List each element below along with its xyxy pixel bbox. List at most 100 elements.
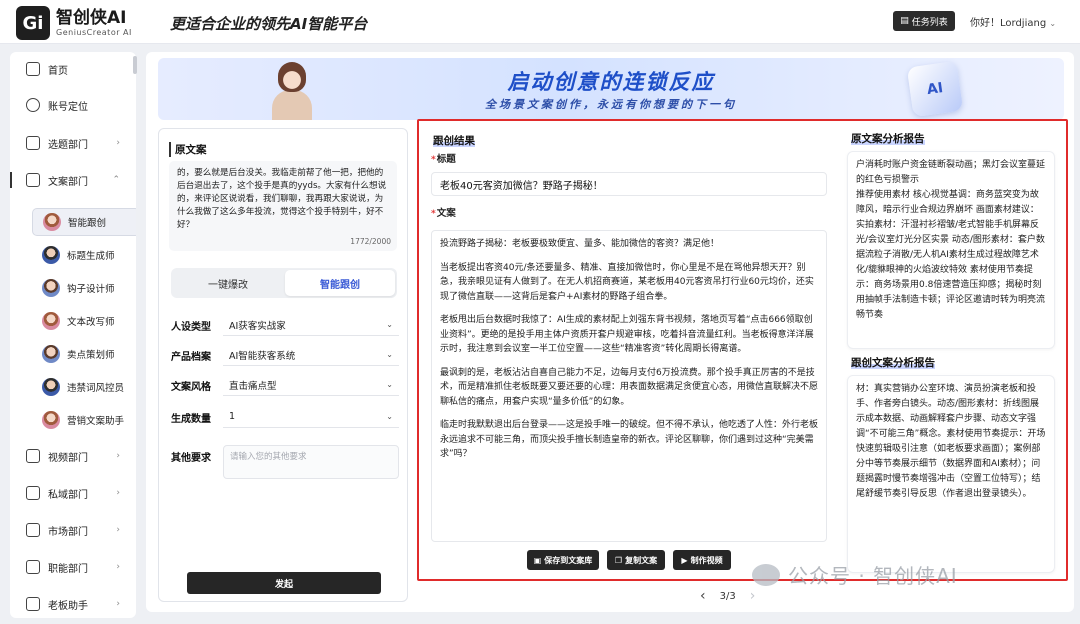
next-page-button[interactable]: ›	[750, 588, 756, 604]
top-header: Gi 智创侠AI GeniusCreator AI 更适合企业的领先AI智能平台…	[0, 0, 1080, 44]
generate-button[interactable]: 发起	[187, 572, 381, 594]
copy-text-button[interactable]: ❐ 复制文案	[607, 550, 665, 570]
save-icon: ▣	[533, 555, 542, 565]
chevron-up-icon: ⌃	[112, 175, 120, 185]
char-count: 1772/2000	[350, 237, 391, 246]
chevron-right-icon: ›	[116, 599, 120, 609]
generate-count-select[interactable]: 1 ⌄	[223, 406, 399, 428]
header-slogan: 更适合企业的领先AI智能平台	[170, 15, 368, 33]
original-copy-title: 原文案	[169, 142, 207, 157]
sidebar: 首页 账号定位 选题部门 › 文案部门 ⌃ 智能跟创 标题生成师 钩子设计师 文…	[10, 52, 136, 618]
chevron-right-icon: ›	[116, 488, 120, 498]
sidebar-item-market-dept[interactable]: 市场部门 ›	[10, 518, 136, 542]
ai-cube-icon: AI	[906, 60, 964, 118]
chevron-right-icon: ›	[116, 451, 120, 461]
avatar	[42, 378, 60, 396]
product-profile-select[interactable]: AI智能获客系统 ⌄	[223, 344, 399, 366]
copy-paragraph: 投流野路子揭秘：老板要极致便宜、量多、能加微信的客资？满足他！	[440, 239, 720, 249]
sidebar-item-boss-assistant[interactable]: 老板助手 ›	[10, 592, 136, 616]
product-profile-row: 产品档案 AI智能获客系统 ⌄	[171, 343, 399, 367]
sidebar-item-video-dept[interactable]: 视频部门 ›	[10, 444, 136, 468]
boss-icon	[26, 597, 40, 611]
sidebar-sub-smart-follow[interactable]: 智能跟创	[32, 208, 136, 236]
make-video-button[interactable]: ▶ 制作视频	[673, 550, 731, 570]
chevron-down-icon: ⌄	[386, 320, 393, 329]
generated-title-field[interactable]: 老板40元客资加微信？野路子揭秘！	[431, 172, 827, 196]
video-icon	[26, 449, 40, 463]
brand-name: 智创侠AI	[56, 8, 127, 28]
wechat-icon	[752, 563, 780, 586]
sidebar-item-private-dept[interactable]: 私域部门 ›	[10, 481, 136, 505]
watermark: 公众号 · 智创侠AI	[752, 560, 958, 589]
sidebar-sub-hook-designer[interactable]: 钩子设计师	[32, 274, 136, 302]
tab-smart-follow[interactable]: 智能跟创	[285, 270, 395, 296]
function-icon	[26, 560, 40, 574]
brand-subtitle: GeniusCreator AI	[56, 28, 132, 37]
prev-page-button[interactable]: ‹	[700, 588, 706, 604]
chevron-down-icon: ⌄	[386, 412, 393, 421]
sidebar-sub-selling-point[interactable]: 卖点策划师	[32, 340, 136, 368]
sidebar-item-copy-dept[interactable]: 文案部门 ⌃	[10, 168, 136, 192]
original-copy-textarea[interactable]: 的，要么就是后台没关。我临走前帮了他一把，把他的后台退出去了，这个投手是真的yy…	[169, 161, 397, 251]
chevron-right-icon: ›	[116, 525, 120, 535]
save-to-library-button[interactable]: ▣ 保存到文案库	[527, 550, 599, 570]
other-requirements-row: 其他要求 请输入您的其他要求	[171, 445, 399, 479]
generate-count-row: 生成数量 1 ⌄	[171, 405, 399, 429]
copy-paragraph: 临走时我默默退出后台登录——这是投手唯一的破绽。但不得不承认，他吃透了人性：外行…	[440, 420, 819, 459]
sidebar-item-topic-dept[interactable]: 选题部门 ›	[10, 131, 136, 155]
doc-icon	[26, 173, 40, 187]
persona-type-select[interactable]: AI获客实战家 ⌄	[223, 314, 399, 336]
sidebar-item-account-positioning[interactable]: 账号定位	[10, 93, 136, 117]
sidebar-sub-title-generator[interactable]: 标题生成师	[32, 241, 136, 269]
persona-type-row: 人设类型 AI获客实战家 ⌄	[171, 313, 399, 337]
title-label: *标题	[431, 154, 456, 165]
sidebar-sub-marketing-assistant[interactable]: 营销文案助手	[32, 406, 136, 434]
avatar	[42, 279, 60, 297]
follow-report-box[interactable]: 材：真实营销办公室环境、演员扮演老板和投手、作者旁白镜头。动态/图形素材：折线图…	[847, 375, 1055, 573]
copy-style-row: 文案风格 直击痛点型 ⌄	[171, 373, 399, 397]
list-icon: ▤	[900, 16, 909, 26]
brand-logo[interactable]: Gi 智创侠AI GeniusCreator AI	[16, 6, 132, 40]
private-icon	[26, 486, 40, 500]
original-report-box[interactable]: 户消耗时账户资金链断裂动画；黑灯会议室蔓延的红色亏损警示 推荐使用素材 核心视觉…	[847, 151, 1055, 349]
avatar	[42, 411, 60, 429]
chevron-right-icon: ›	[116, 562, 120, 572]
copy-paragraph: 当老板提出客资40元/条还要量多、精准、直接加微信时，你心里是不是在骂他异想天开…	[440, 262, 814, 302]
copy-paragraph: 最讽刺的是，老板沾沾自喜自己能力不足，边每月支付6万投流费。那个投手真正厉害的不…	[440, 367, 819, 407]
video-icon: ▶	[681, 555, 688, 565]
home-icon	[26, 62, 40, 76]
original-report-title: 原文案分析报告	[851, 133, 925, 145]
avatar	[42, 246, 60, 264]
copy-icon: ❐	[614, 555, 623, 565]
chevron-down-icon: ⌄	[386, 350, 393, 359]
main-content: 启动创意的连锁反应 全场景文案创作，永远有你想要的下一句 AI 原文案 的，要么…	[146, 52, 1074, 612]
user-greeting[interactable]: 你好！Lordjiang ⌄	[970, 14, 1056, 29]
market-icon	[26, 523, 40, 537]
copy-style-select[interactable]: 直击痛点型 ⌄	[223, 374, 399, 396]
other-requirements-input[interactable]: 请输入您的其他要求	[223, 445, 399, 479]
chevron-down-icon: ⌄	[386, 380, 393, 389]
input-panel: 原文案 的，要么就是后台没关。我临走前帮了他一把，把他的后台退出去了，这个投手是…	[158, 128, 408, 602]
sidebar-item-home[interactable]: 首页	[10, 57, 136, 81]
sidebar-sub-banned-words[interactable]: 违禁词风控员	[32, 373, 136, 401]
copy-paragraph: 老板甩出后台数据时我惊了：AI生成的素材配上刘强东背书视频，落地页写着“点击66…	[440, 315, 814, 354]
logo-mark-icon: Gi	[16, 6, 50, 40]
topic-icon	[26, 136, 40, 150]
sidebar-item-function-dept[interactable]: 职能部门 ›	[10, 555, 136, 579]
avatar	[42, 345, 60, 363]
avatar	[42, 312, 60, 330]
follow-report-title: 跟创文案分析报告	[851, 357, 935, 369]
sidebar-sub-text-rewriter[interactable]: 文本改写师	[32, 307, 136, 335]
generated-copy-textarea[interactable]: 投流野路子揭秘：老板要极致便宜、量多、能加微信的客资？满足他！ 当老板提出客资4…	[431, 230, 827, 542]
tab-quick-rewrite[interactable]: 一键爆改	[173, 270, 283, 296]
result-title: 跟创结果	[433, 135, 475, 147]
task-list-button[interactable]: ▤ 任务列表	[893, 11, 955, 31]
target-icon	[26, 98, 40, 112]
copy-label: *文案	[431, 208, 456, 219]
chevron-down-icon: ⌄	[1049, 19, 1057, 28]
chevron-right-icon: ›	[116, 138, 120, 148]
hero-banner: 启动创意的连锁反应 全场景文案创作，永远有你想要的下一句 AI	[158, 58, 1064, 120]
avatar	[43, 213, 61, 231]
result-panel: 跟创结果 *标题 老板40元客资加微信？野路子揭秘！ *文案 投流野路子揭秘：老…	[417, 119, 1068, 581]
sidebar-scrollbar[interactable]	[133, 56, 137, 74]
